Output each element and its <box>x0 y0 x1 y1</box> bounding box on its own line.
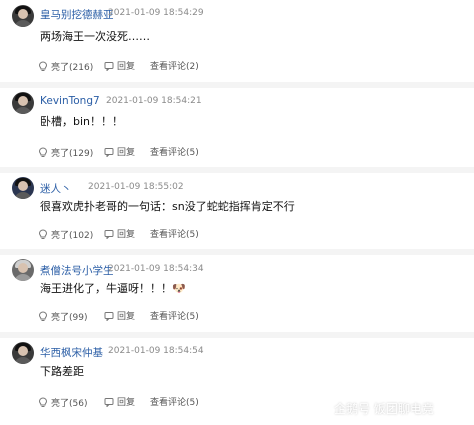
comment-text: 很喜欢虎扑老哥的一句话：sn没了蛇蛇指挥肯定不行 <box>40 200 295 213</box>
avatar[interactable] <box>12 5 34 27</box>
like-button[interactable]: 亮了(129) <box>38 147 93 159</box>
comment-username[interactable]: 皇马别挖德赫亚 <box>40 7 114 22</box>
comment-text: 卧槽，bin！！！ <box>40 115 124 128</box>
watermark: 企鹅号 饭团聊电竞 <box>314 399 434 417</box>
view-replies-button[interactable]: 查看评论(5) <box>150 311 199 323</box>
reply-button[interactable]: 回复 <box>104 229 135 241</box>
comment-timestamp: 2021-01-09 18:54:54 <box>108 346 204 356</box>
comment-text: 两场海王一次没死…… <box>40 30 150 43</box>
comment-timestamp: 2021-01-09 18:54:29 <box>108 8 204 18</box>
avatar[interactable] <box>12 259 34 281</box>
bulb-icon <box>38 147 48 157</box>
reply-icon <box>104 148 114 158</box>
bulb-icon <box>38 397 48 407</box>
penguin-logo-icon <box>316 402 328 416</box>
like-button[interactable]: 亮了(56) <box>38 397 87 409</box>
bulb-icon <box>38 229 48 239</box>
comment-text: 下路差距 <box>40 365 84 378</box>
reply-button[interactable]: 回复 <box>104 311 135 323</box>
comment-username[interactable]: 迷人丶 <box>40 181 72 196</box>
comment-separator-band <box>0 167 474 173</box>
reply-button[interactable]: 回复 <box>104 147 135 159</box>
reply-button[interactable]: 回复 <box>104 397 135 409</box>
reply-icon <box>104 230 114 240</box>
watermark-text: 企鹅号 饭团聊电竞 <box>334 401 434 416</box>
view-replies-button[interactable]: 查看评论(2) <box>150 61 199 73</box>
avatar[interactable] <box>12 342 34 364</box>
like-button[interactable]: 亮了(216) <box>38 61 93 73</box>
reply-button[interactable]: 回复 <box>104 61 135 73</box>
bulb-icon <box>38 61 48 71</box>
comment-username[interactable]: 煮僧法号小学生 <box>40 263 114 278</box>
comment-separator-band <box>0 82 474 88</box>
comment-username[interactable]: KevinTong7 <box>40 95 100 107</box>
like-button[interactable]: 亮了(99) <box>38 311 87 323</box>
bulb-icon <box>38 311 48 321</box>
comment-timestamp: 2021-01-09 18:54:21 <box>106 96 202 106</box>
view-replies-button[interactable]: 查看评论(5) <box>150 147 199 159</box>
view-replies-button[interactable]: 查看评论(5) <box>150 397 199 409</box>
comment-text: 海王进化了，牛逼呀！！！🐶 <box>40 282 186 295</box>
comment-separator-band <box>0 332 474 338</box>
avatar[interactable] <box>12 177 34 199</box>
comment-separator-band <box>0 249 474 255</box>
view-replies-button[interactable]: 查看评论(5) <box>150 229 199 241</box>
comment-username[interactable]: 华西枫宋仲基 <box>40 345 103 360</box>
like-button[interactable]: 亮了(102) <box>38 229 93 241</box>
reply-icon <box>104 312 114 322</box>
avatar[interactable] <box>12 92 34 114</box>
comment-timestamp: 2021-01-09 18:55:02 <box>88 182 184 192</box>
reply-icon <box>104 398 114 408</box>
reply-icon <box>104 62 114 72</box>
comment-timestamp: 2021-01-09 18:54:34 <box>108 264 204 274</box>
